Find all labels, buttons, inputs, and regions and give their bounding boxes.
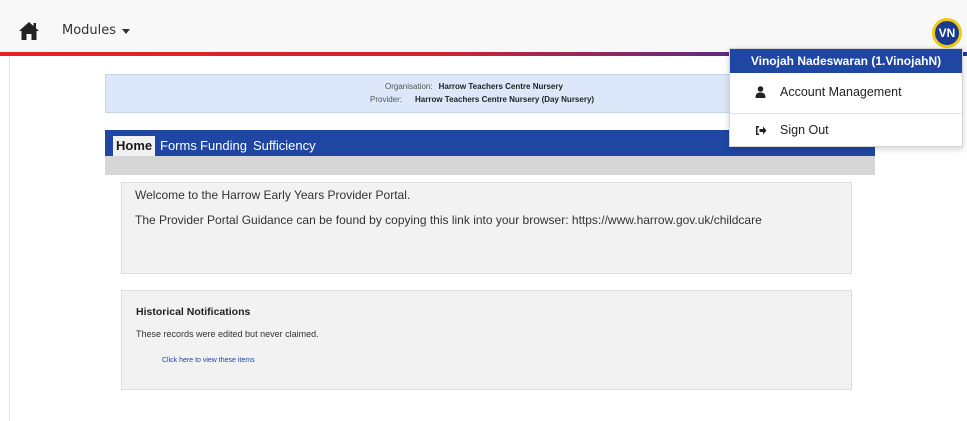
- user-dropdown-menu: Vinojah Nadeswaran (1.VinojahN) Account …: [729, 48, 963, 147]
- user-icon: [755, 86, 766, 98]
- menu-item-label: Account Management: [780, 85, 902, 99]
- provider-label: Provider:: [370, 95, 403, 104]
- provider-value: Harrow Teachers Centre Nursery (Day Nurs…: [415, 95, 595, 104]
- menu-divider: [730, 113, 962, 114]
- guidance-text: The Provider Portal Guidance can be foun…: [135, 213, 762, 227]
- user-name-header: Vinojah Nadeswaran (1.VinojahN): [730, 49, 962, 73]
- home-icon[interactable]: [18, 21, 40, 41]
- modules-label: Modules: [62, 23, 117, 38]
- organisation-row: Organisation: Harrow Teachers Centre Nur…: [385, 82, 563, 91]
- chevron-down-icon: [122, 28, 131, 34]
- notifications-panel: Historical Notifications These records w…: [121, 290, 852, 390]
- avatar[interactable]: VN: [932, 18, 962, 48]
- view-items-link[interactable]: Click here to view these items: [162, 357, 255, 364]
- tab-underbar: [105, 156, 875, 175]
- menu-item-label: Sign Out: [780, 123, 829, 137]
- tab-home[interactable]: Home: [113, 136, 156, 156]
- menu-item-account-management[interactable]: Account Management: [730, 77, 962, 107]
- notifications-description: These records were edited but never clai…: [136, 329, 319, 339]
- provider-row: Provider: Harrow Teachers Centre Nursery…: [370, 95, 594, 104]
- welcome-panel: Welcome to the Harrow Early Years Provid…: [121, 182, 852, 274]
- menu-item-sign-out[interactable]: Sign Out: [730, 115, 962, 145]
- modules-menu[interactable]: Modules: [62, 23, 131, 38]
- organisation-label: Organisation:: [385, 82, 433, 91]
- organisation-value: Harrow Teachers Centre Nursery: [438, 82, 563, 91]
- page-left-border: [9, 56, 10, 421]
- avatar-initials: VN: [938, 26, 956, 40]
- notifications-title: Historical Notifications: [136, 306, 251, 318]
- welcome-text: Welcome to the Harrow Early Years Provid…: [135, 188, 411, 202]
- sign-out-icon: [756, 125, 767, 135]
